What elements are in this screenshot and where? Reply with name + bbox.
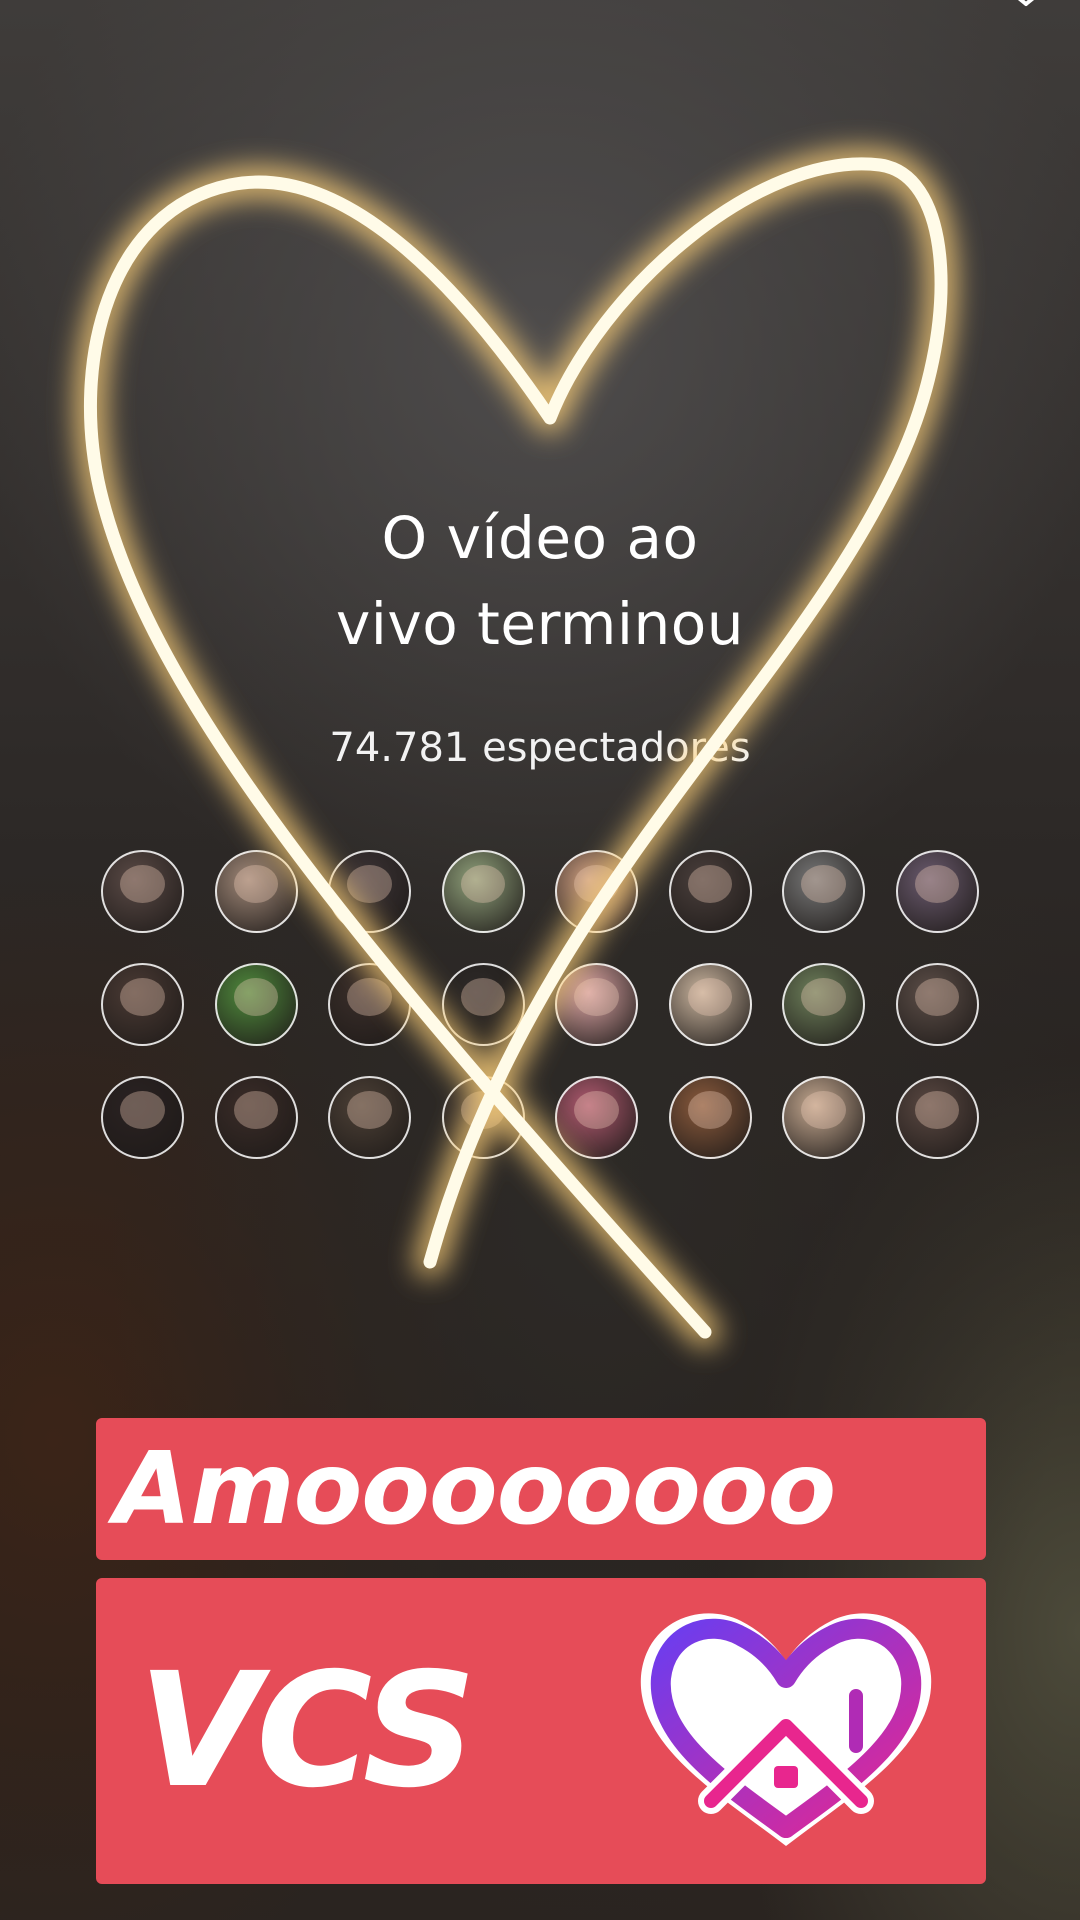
viewer-avatar[interactable]	[782, 1076, 865, 1159]
caption-vcs-text: VCS	[138, 1639, 476, 1823]
viewer-avatar[interactable]	[668, 1076, 752, 1159]
viewer-avatar[interactable]	[895, 1076, 979, 1159]
viewer-avatar[interactable]	[441, 850, 525, 933]
viewer-avatar[interactable]	[782, 850, 865, 933]
live-ended-title-line2: vivo terminou	[335, 590, 745, 658]
viewer-avatar[interactable]	[214, 1076, 298, 1159]
viewer-avatar[interactable]	[668, 850, 752, 933]
viewer-avatar[interactable]	[895, 850, 979, 933]
caption-amo-text: Amoooooooo	[114, 1430, 836, 1547]
viewer-avatar[interactable]	[668, 963, 752, 1046]
viewer-avatar[interactable]	[782, 963, 865, 1046]
viewer-avatar[interactable]	[555, 963, 638, 1046]
viewer-avatar[interactable]	[214, 850, 298, 933]
viewer-avatar[interactable]	[101, 850, 184, 933]
viewer-avatar[interactable]	[101, 1076, 184, 1159]
viewer-avatar[interactable]	[328, 850, 411, 933]
viewer-avatar[interactable]	[101, 963, 184, 1046]
house-heart-icon	[640, 1613, 932, 1846]
viewer-avatar[interactable]	[214, 963, 298, 1046]
viewer-avatar[interactable]	[328, 1076, 411, 1159]
story-screen: O vídeo ao vivo terminou 74.781 espectad…	[0, 0, 1080, 1920]
viewer-avatar[interactable]	[441, 1076, 525, 1159]
viewer-avatar[interactable]	[328, 963, 411, 1046]
viewer-count: 74.781 espectadores	[329, 725, 751, 771]
caption-box-vcs: VCS	[96, 1578, 986, 1884]
close-icon	[1017, 0, 1035, 6]
viewer-avatar-grid	[101, 850, 981, 1159]
live-ended-title-line1: O vídeo ao	[381, 504, 699, 572]
viewer-avatar[interactable]	[555, 850, 638, 933]
viewer-avatar[interactable]	[895, 963, 979, 1046]
caption-box-amo: Amoooooooo	[96, 1418, 986, 1560]
viewer-avatar[interactable]	[555, 1076, 638, 1159]
viewer-avatar[interactable]	[441, 963, 525, 1046]
live-ended-title: O vídeo ao vivo terminou	[0, 495, 1080, 667]
close-button[interactable]	[1000, 0, 1052, 16]
